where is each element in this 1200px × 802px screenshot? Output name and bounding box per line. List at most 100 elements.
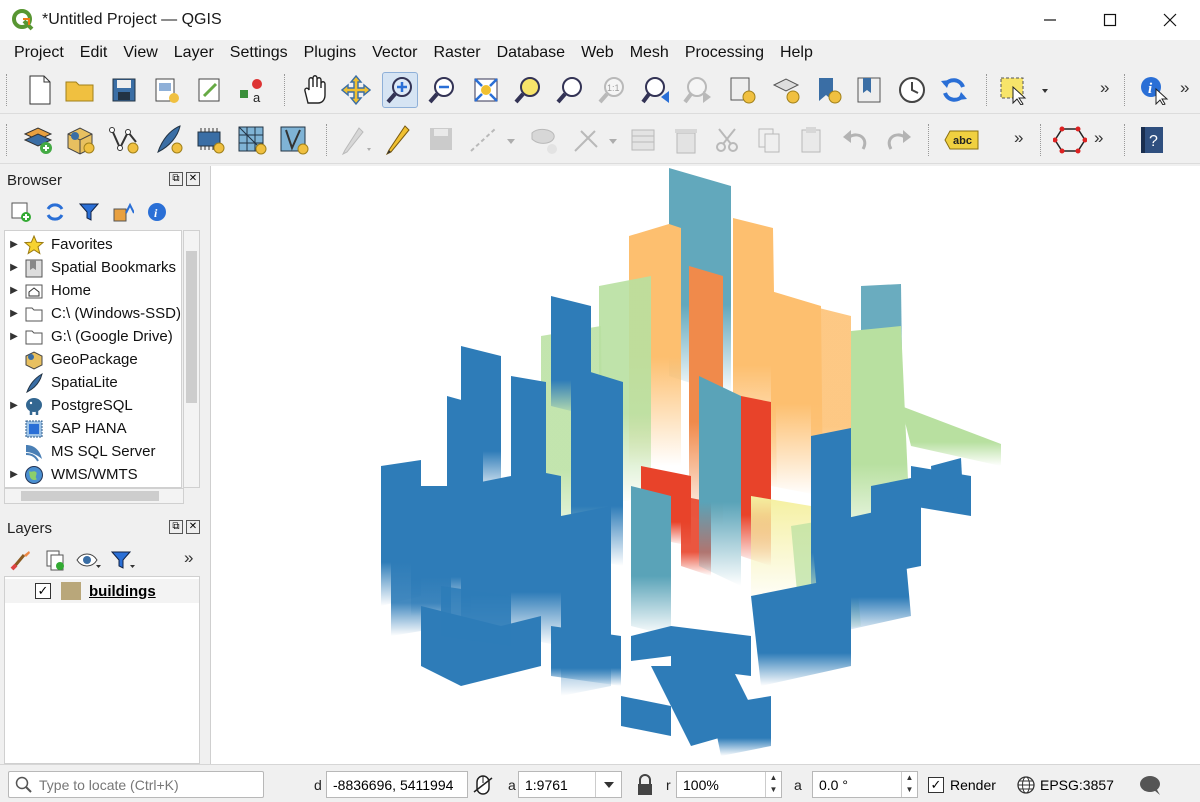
- add-selected-layers-button[interactable]: [8, 199, 34, 225]
- vertex-tool-button[interactable]: [570, 122, 622, 158]
- expand-arrow-icon[interactable]: ▶: [5, 285, 23, 296]
- close-window-button[interactable]: [1140, 0, 1200, 40]
- toolbar-overflow-chevron[interactable]: »: [1094, 128, 1103, 148]
- zoom-native-button[interactable]: 1:1: [594, 72, 630, 108]
- maximize-button[interactable]: [1080, 0, 1140, 40]
- browser-item-spatial-bookmarks[interactable]: ▶ Spatial Bookmarks: [5, 256, 181, 279]
- paste-features-button[interactable]: [794, 122, 830, 158]
- zoom-to-selection-button[interactable]: [510, 72, 546, 108]
- copy-features-button[interactable]: [752, 122, 788, 158]
- delete-selected-button[interactable]: [668, 122, 704, 158]
- expand-arrow-icon[interactable]: ▶: [5, 469, 23, 480]
- close-panel-button[interactable]: ✕: [186, 172, 200, 186]
- layer-item[interactable]: ✓ buildings: [5, 579, 199, 603]
- temporal-controller-button[interactable]: [894, 72, 930, 108]
- menu-view[interactable]: View: [115, 44, 165, 62]
- label-style-button[interactable]: a: [234, 72, 270, 108]
- scrollbar-thumb[interactable]: [186, 251, 197, 403]
- expand-arrow-icon[interactable]: ▶: [5, 239, 23, 250]
- save-edits-button[interactable]: [424, 122, 460, 158]
- toolbar-overflow-chevron[interactable]: »: [1100, 78, 1109, 98]
- layer-visibility-checkbox[interactable]: ✓: [35, 583, 51, 599]
- browser-horizontal-scrollbar[interactable]: [4, 488, 184, 504]
- undo-button[interactable]: [838, 122, 874, 158]
- minimize-button[interactable]: [1020, 0, 1080, 40]
- close-panel-button[interactable]: ✕: [186, 520, 200, 534]
- open-layer-styling-button[interactable]: [8, 547, 34, 573]
- open-project-button[interactable]: [62, 72, 98, 108]
- toggle-editing-button[interactable]: [380, 122, 416, 158]
- menu-raster[interactable]: Raster: [425, 44, 488, 62]
- menu-mesh[interactable]: Mesh: [622, 44, 677, 62]
- render-checkbox[interactable]: ✓: [928, 776, 944, 793]
- expand-arrow-icon[interactable]: ▶: [5, 262, 23, 273]
- menu-project[interactable]: Project: [6, 44, 72, 62]
- add-feature-button[interactable]: [526, 122, 562, 158]
- filter-legend-button[interactable]: [110, 547, 136, 573]
- map-canvas[interactable]: [210, 166, 1200, 764]
- menu-settings[interactable]: Settings: [222, 44, 296, 62]
- toggle-extents-button[interactable]: [472, 771, 496, 798]
- menu-edit[interactable]: Edit: [72, 44, 116, 62]
- menu-web[interactable]: Web: [573, 44, 622, 62]
- toolbar-overflow-chevron[interactable]: »: [1180, 78, 1189, 98]
- expand-arrow-icon[interactable]: ▶: [5, 400, 23, 411]
- identify-features-button[interactable]: i: [1136, 72, 1172, 108]
- float-panel-button[interactable]: ⧉: [169, 172, 183, 186]
- shape-digitizing-button[interactable]: [1052, 122, 1088, 158]
- browser-item-c-drive[interactable]: ▶ C:\ (Windows-SSD): [5, 302, 181, 325]
- help-button[interactable]: ?: [1134, 122, 1170, 158]
- toolbar-handle[interactable]: [6, 124, 10, 156]
- new-virtual-layer-button[interactable]: [234, 122, 270, 158]
- filter-browser-button[interactable]: [76, 199, 102, 225]
- scrollbar-thumb[interactable]: [21, 491, 159, 501]
- spin-arrows-icon[interactable]: ▲ ▼: [901, 772, 917, 797]
- new-mesh-layer-button[interactable]: [276, 122, 312, 158]
- zoom-to-layer-button[interactable]: [552, 72, 588, 108]
- new-shapefile-button[interactable]: [106, 122, 142, 158]
- zoom-last-button[interactable]: [638, 72, 674, 108]
- scale-combobox[interactable]: 1:9761: [518, 771, 622, 798]
- panel-overflow-chevron[interactable]: »: [184, 548, 193, 568]
- pan-to-selection-button[interactable]: [338, 72, 374, 108]
- browser-vertical-scrollbar[interactable]: [183, 230, 200, 488]
- digitize-dropdown-button[interactable]: [466, 122, 520, 158]
- toolbar-handle[interactable]: [6, 74, 10, 106]
- render-toggle[interactable]: ✓ Render: [928, 771, 996, 798]
- browser-item-wms-wmts[interactable]: ▶ WMS/WMTS: [5, 463, 181, 486]
- enable-properties-button[interactable]: i: [144, 199, 170, 225]
- lock-scale-button[interactable]: [636, 771, 658, 798]
- browser-item-g-drive[interactable]: ▶ G:\ (Google Drive): [5, 325, 181, 348]
- magnifier-spinbox[interactable]: 100% ▲ ▼: [676, 771, 782, 798]
- expand-arrow-icon[interactable]: ▶: [5, 308, 23, 319]
- save-project-button[interactable]: [106, 72, 142, 108]
- manage-map-themes-button[interactable]: [76, 547, 102, 573]
- menu-processing[interactable]: Processing: [677, 44, 772, 62]
- menu-plugins[interactable]: Plugins: [296, 44, 364, 62]
- menu-layer[interactable]: Layer: [166, 44, 222, 62]
- browser-item-postgresql[interactable]: ▶ PostgreSQL: [5, 394, 181, 417]
- browser-item-mssql[interactable]: MS SQL Server: [5, 440, 181, 463]
- layer-labeling-button[interactable]: abc: [942, 122, 982, 158]
- data-source-manager-button[interactable]: [20, 122, 56, 158]
- rotation-spinbox[interactable]: 0.0 ° ▲ ▼: [812, 771, 918, 798]
- zoom-out-button[interactable]: [424, 72, 460, 108]
- browser-item-home[interactable]: ▶ Home: [5, 279, 181, 302]
- new-project-button[interactable]: [22, 72, 58, 108]
- redo-button[interactable]: [880, 122, 916, 158]
- menu-database[interactable]: Database: [489, 44, 574, 62]
- browser-item-geopackage[interactable]: GeoPackage: [5, 348, 181, 371]
- cut-features-button[interactable]: [710, 122, 746, 158]
- browser-item-favorites[interactable]: ▶ Favorites: [5, 233, 181, 256]
- toolbar-overflow-chevron[interactable]: »: [1014, 128, 1023, 148]
- zoom-full-button[interactable]: [468, 72, 504, 108]
- messages-button[interactable]: [1138, 771, 1164, 798]
- current-edits-button[interactable]: [338, 122, 374, 158]
- chevron-down-icon[interactable]: [595, 772, 621, 797]
- refresh-button[interactable]: [936, 72, 972, 108]
- new-temporary-layer-button[interactable]: [192, 122, 228, 158]
- new-print-layout-button[interactable]: [148, 72, 184, 108]
- zoom-in-button[interactable]: [382, 72, 418, 108]
- pan-map-button[interactable]: [296, 72, 332, 108]
- expand-arrow-icon[interactable]: ▶: [5, 331, 23, 342]
